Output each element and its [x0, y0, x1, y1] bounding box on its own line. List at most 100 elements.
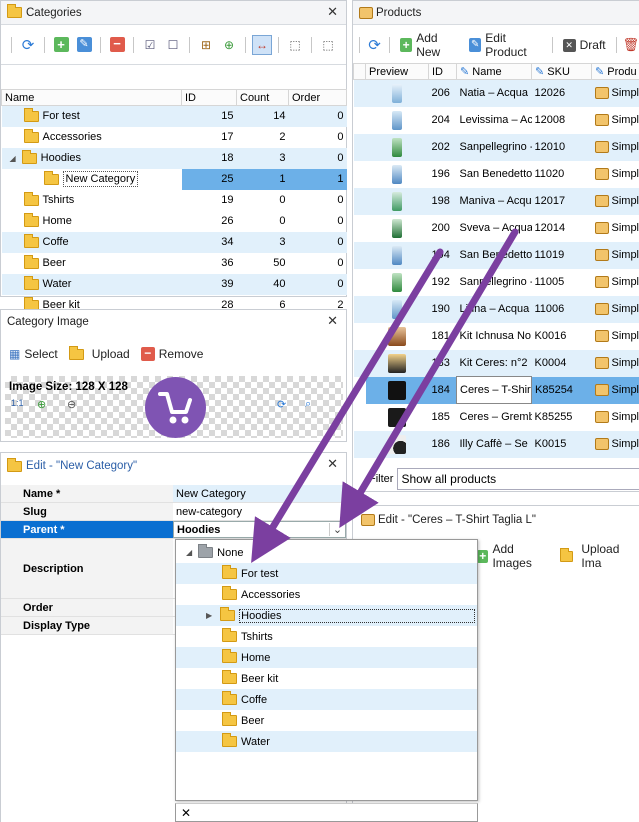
slug-field[interactable]: new-category	[173, 503, 346, 520]
collapse-triangle-icon[interactable]: ◢	[10, 154, 16, 163]
refresh-icon[interactable]: ⟳	[18, 35, 38, 55]
prop-key: Parent *	[1, 521, 173, 538]
table-row[interactable]: 198 Maniva – Acqu 12017 Simpl	[353, 187, 639, 215]
prop-name: Name * New Category	[1, 485, 346, 503]
table-row[interactable]: For test 15 14 0	[1, 105, 347, 127]
dropdown-item-selected[interactable]: ▶ Hoodies	[176, 605, 477, 626]
column-header-name[interactable]: Name	[1, 89, 182, 106]
close-icon[interactable]: ✕	[327, 313, 338, 329]
refresh-icon[interactable]: ⟳	[366, 35, 383, 55]
table-row[interactable]: 202 Sanpellegrino -12010 Simpl	[353, 133, 639, 161]
table-row[interactable]: ◢ Hoodies 18 3 0	[1, 147, 347, 169]
expand-triangle-icon[interactable]: ▶	[206, 611, 212, 620]
table-row[interactable]: Coffe 34 3 0	[1, 231, 347, 253]
table-row[interactable]: Home 26 0 0	[2, 211, 347, 232]
table-row[interactable]: 200 Sveva – Acqua 12014 Simpl	[354, 215, 639, 242]
category-count: 0	[279, 194, 286, 206]
column-header-sku[interactable]: ✎ SKU	[531, 63, 592, 80]
column-header-id[interactable]: ID	[428, 63, 457, 80]
table-row[interactable]: 181 Kit Ichnusa No K0016 Simpl	[354, 323, 639, 350]
product-name: Sveva – Acqua	[459, 222, 532, 234]
edit-product-button[interactable]: ✎ Edit Product	[465, 31, 546, 59]
name-field[interactable]: New Category	[173, 485, 346, 502]
dropdown-item[interactable]: Home	[176, 647, 477, 668]
dropdown-item[interactable]: Water	[176, 731, 477, 752]
column-header-count[interactable]: Count	[236, 89, 289, 106]
collapse-triangle-icon[interactable]: ◢	[186, 548, 192, 557]
table-row[interactable]: 192 Sanpellegrino -11005 Simpl	[354, 269, 639, 296]
remove-icon: −	[140, 347, 155, 361]
category-id: 15	[221, 110, 234, 123]
zoom-reset-icon[interactable]: 1:1	[11, 398, 24, 408]
zoom-in-icon[interactable]: ⊕	[37, 398, 46, 411]
image-preview: Image Size: 128 X 128 1:1 ⊕ ⊖ ⟳ ⌕	[5, 376, 343, 438]
woocommerce-logo	[145, 377, 206, 438]
column-header-name[interactable]: ✎ Name	[456, 63, 532, 80]
export-icon[interactable]: ⬚	[285, 35, 305, 55]
table-row[interactable]: 185 Ceres – Gremb K85255 Simpl	[354, 404, 639, 431]
delete-icon[interactable]: −	[107, 35, 127, 55]
table-row[interactable]: 206 Natia – Acqua 12026 Simpl	[353, 79, 639, 107]
dropdown-item[interactable]: Accessories	[176, 584, 477, 605]
import-icon[interactable]: ⬚	[318, 35, 338, 55]
product-id: 202	[431, 141, 450, 153]
column-header-product-type[interactable]: ✎ Produ	[591, 63, 639, 80]
table-row[interactable]: 194 San Benedetto 11019 Simpl	[353, 241, 639, 269]
category-count: 3	[279, 236, 286, 248]
table-row-selected[interactable]: I 184 Ceres – T-Shirt K85254 Simpl	[354, 376, 639, 404]
column-header-id[interactable]: ID	[181, 89, 237, 106]
column-header-preview[interactable]: Preview	[365, 63, 429, 80]
table-row[interactable]: 190 Linna – Acqua 11006 Simpl	[353, 295, 639, 323]
dropdown-item[interactable]: Tshirts	[176, 626, 477, 647]
chevron-down-icon[interactable]: ⌄	[329, 523, 345, 536]
tree-add-icon[interactable]: ⊕	[219, 35, 239, 55]
rotate-icon[interactable]: ⟳	[277, 398, 286, 411]
category-id: 18	[221, 152, 234, 164]
table-row[interactable]: 196 San Benedetto 11020 Simpl	[354, 161, 639, 188]
product-type-label: Simpl	[611, 194, 639, 207]
table-row[interactable]: 183 Kit Ceres: n°2 K0004 Simpl	[353, 349, 639, 377]
upload-images-button[interactable]: Upload Ima	[556, 542, 639, 570]
filter-select[interactable]: Show all products	[397, 468, 639, 490]
folder-icon	[23, 212, 39, 227]
dropdown-item-label: Hoodies	[239, 608, 475, 623]
category-id: 19	[221, 194, 234, 206]
dropdown-item-none[interactable]: ◢ None	[176, 542, 477, 563]
table-row-selected[interactable]: New Category 25 1 1	[2, 168, 347, 190]
deselect-icon[interactable]: ☐	[163, 35, 183, 55]
close-icon[interactable]: ✕	[327, 456, 338, 472]
column-header-order[interactable]: Order	[288, 89, 347, 106]
trash-icon[interactable]: 🗑	[623, 37, 639, 53]
fit-width-icon[interactable]: ↔	[252, 34, 272, 55]
upload-image-button[interactable]: Upload	[65, 344, 134, 364]
add-new-button[interactable]: + Add New	[396, 31, 462, 59]
table-row[interactable]: Accessories 17 2 0	[2, 127, 347, 148]
remove-image-button[interactable]: − Remove	[137, 344, 208, 364]
close-icon[interactable]: ✕	[327, 4, 338, 20]
select-all-icon[interactable]: ☑	[140, 35, 160, 55]
parent-select[interactable]: Hoodies ⌄	[173, 521, 346, 538]
dropdown-item[interactable]: Coffe	[176, 689, 477, 710]
dropdown-item[interactable]: Beer	[176, 710, 477, 731]
edit-product-title-bar: Edit - "Ceres – T-Shirt Taglia L"	[353, 506, 639, 534]
table-row[interactable]: Tshirts 19 0 0	[2, 190, 347, 211]
product-name: Maniva – Acqu	[459, 195, 532, 207]
table-row[interactable]: Beer 36 50 0	[2, 253, 347, 274]
zoom-out-icon[interactable]: ⊖	[67, 398, 76, 411]
table-row[interactable]: 204 Levissima – Ac 12008 Simpl	[354, 107, 639, 134]
dropdown-item[interactable]: For test	[176, 563, 477, 584]
categories-header-row: Name ID Count Order	[1, 89, 347, 106]
dropdown-item[interactable]: Beer kit	[176, 668, 477, 689]
table-row[interactable]: Water 39 40 0	[1, 273, 347, 295]
tree-icon[interactable]: ⊞	[196, 35, 216, 55]
fit-icon[interactable]: ⌕	[305, 398, 311, 411]
draft-button[interactable]: ✕ Draft	[559, 35, 610, 55]
select-image-button[interactable]: ▦ Select	[5, 344, 62, 364]
close-icon[interactable]: ✕	[181, 806, 191, 820]
product-sku: 12008	[534, 114, 566, 126]
add-images-button[interactable]: + Add Images	[473, 542, 553, 570]
edit-icon[interactable]: ✎	[74, 35, 94, 55]
add-icon[interactable]: +	[51, 35, 71, 55]
table-row[interactable]: 186 Illy Caffè – Se K0015 Simpl	[353, 430, 639, 458]
category-name-editing[interactable]: New Category	[62, 171, 139, 187]
